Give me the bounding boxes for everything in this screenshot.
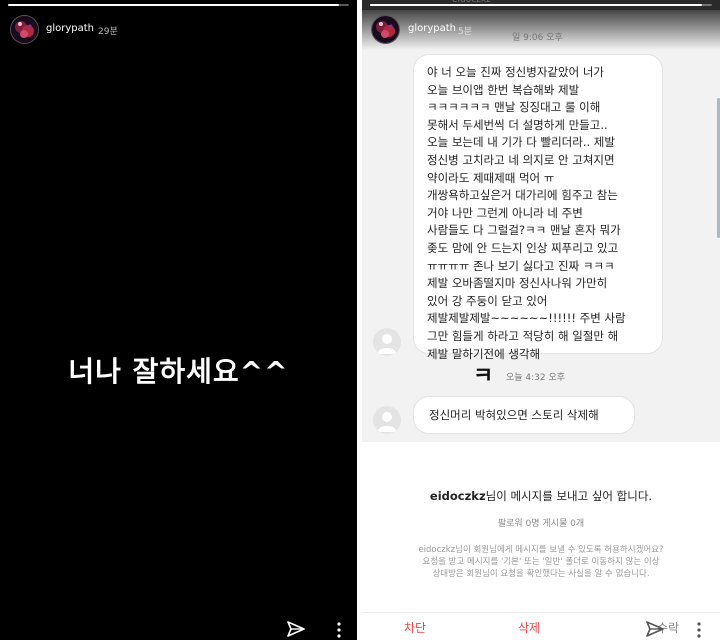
message-line: ㅠㅠㅠㅠ 존나 보기 싫다고 진짜 ㅋㅋㅋ: [427, 258, 615, 273]
message-line: 사람들도 다 그럴걸?ㅋㅋ 맨날 혼자 뭐가: [427, 223, 621, 238]
story-progress-fill: [8, 4, 339, 6]
message-request-panel: eidoczkz님이 메시지를 보내고 싶어 합니다. 팔로워 0명 게시물 0…: [362, 442, 720, 612]
message-line: 제발 말하기전에 생각해: [427, 346, 541, 361]
request-title: eidoczkz님이 메시지를 보내고 싶어 합니다.: [362, 488, 720, 504]
story-username[interactable]: glorypath: [408, 23, 456, 34]
more-dots-icon[interactable]: [336, 622, 342, 638]
message-line: 제발 오바좀떨지마 정신사나워 가만히: [427, 276, 608, 291]
more-dots-icon[interactable]: [696, 622, 702, 638]
message-line: 정신병 고치라고 네 의지로 안 고쳐지면: [427, 152, 615, 167]
story-main-text: 너나 잘하세요^^: [68, 355, 289, 388]
message-line: 그만 힘들게 하라고 적당히 해 일절만 해: [427, 328, 619, 343]
send-icon[interactable]: [646, 621, 664, 637]
story-progress-fill: [370, 4, 702, 6]
message-line: 좆도 맘에 안 드는지 인상 찌푸리고 있고: [427, 240, 619, 255]
notice-line: 상대방은 회원님이 요청을 확인했다는 사실을 알 수 없습니다.: [432, 569, 650, 579]
sender-avatar[interactable]: [373, 328, 401, 356]
request-stats: 팔로워 0명 게시물 0개: [497, 519, 585, 529]
request-title-text: 님이 메시지를 보내고 싶어 합니다.: [485, 489, 653, 503]
send-icon[interactable]: [287, 621, 305, 637]
message-line: 있어 강 주둥이 닫고 있어: [427, 293, 548, 308]
default-user-icon: [377, 412, 397, 432]
request-action-bar: 차단 삭제 수락: [362, 612, 720, 640]
delete-button[interactable]: 삭제: [518, 619, 540, 636]
avatar-image-icon: [11, 16, 38, 43]
message-line: 오늘 보는데 내 기가 다 빨리더라.. 제발: [427, 135, 615, 150]
default-user-icon: [377, 334, 397, 354]
story-username[interactable]: glorypath: [46, 23, 94, 34]
story-panel-left: glorypath 29분 너나 잘하세요^^: [0, 0, 357, 640]
sender-avatar[interactable]: [373, 406, 401, 434]
message-line: 개쌍욕하고싶은거 대가리에 힘주고 참는: [427, 188, 618, 203]
sent-character: ㅋ: [473, 364, 494, 389]
story-progress-bar: [8, 4, 349, 6]
received-message-bubble[interactable]: 정신머리 박혀있으면 스토리 삭제해: [413, 396, 635, 434]
message-line: 제발제발제발~~~~~~!!!!!! 주변 사람: [427, 311, 626, 326]
request-notice: eidoczkz님이 회원님에게 메시지를 보낼 수 있도록 허용하시겠어요? …: [362, 544, 720, 580]
message-line: 거야 나만 그런게 아니라 네 주변: [427, 205, 583, 220]
story-time: 5분: [458, 27, 473, 37]
block-button[interactable]: 차단: [404, 619, 426, 636]
request-username[interactable]: eidoczkz: [430, 489, 486, 503]
notice-line: 요청을 받고 메시지를 '기본' 또는 '일반' 폴더로 이동하지 않는 이상: [422, 557, 660, 567]
message-timestamp: 오늘 4:32 오후: [506, 373, 566, 383]
message-text: 야 너 오늘 진짜 정신병자같았어 너가오늘 브이앱 한번 복습해봐 제발 ㅋㅋㅋ…: [427, 64, 662, 363]
message-line: 약이라도 제때제때 먹어 ㅠ: [427, 170, 555, 185]
message-text: 정신머리 박혀있으면 스토리 삭제해: [429, 408, 599, 422]
story-time: 29분: [98, 27, 118, 37]
story-progress-bar: [370, 4, 712, 6]
message-line: 못해서 두세번씩 더 설명하게 만들고..: [427, 117, 608, 132]
dm-panel-right: eidoczkz glorypath 5분 일 9:06 오후 야 너 오늘 진…: [362, 0, 720, 640]
received-message-bubble[interactable]: 야 너 오늘 진짜 정신병자같았어 너가오늘 브이앱 한번 복습해봐 제발 ㅋㅋㅋ…: [413, 54, 663, 361]
avatar-image-icon: [372, 16, 399, 43]
message-line: 오늘 브이앱 한번 복습해봐 제발: [427, 82, 580, 97]
avatar[interactable]: [11, 16, 38, 43]
message-line: 야 너 오늘 진짜 정신병자같았어 너가: [427, 65, 604, 79]
message-timestamp: 일 9:06 오후: [512, 33, 563, 43]
avatar[interactable]: [372, 16, 399, 43]
message-line: ㅋㅋㅋㅋㅋㅋ 맨날 징징대고 룰 이해: [427, 100, 601, 115]
notice-line: eidoczkz님이 회원님에게 메시지를 보낼 수 있도록 허용하시겠어요?: [418, 545, 664, 555]
